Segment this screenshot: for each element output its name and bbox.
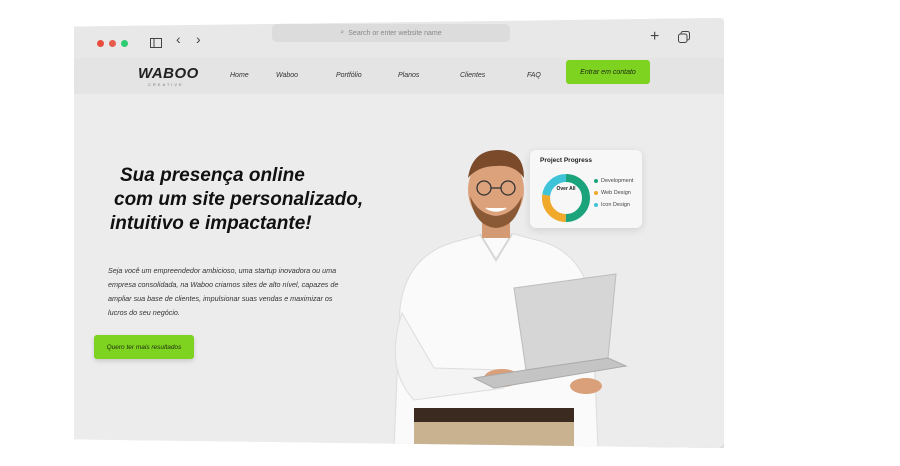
nav-link-faq[interactable]: FAQ [527,72,541,79]
brand-logo-subtitle: CREATIVE [148,82,184,87]
new-tab-icon[interactable]: + [650,28,659,46]
nav-link-waboo[interactable]: Waboo [276,72,298,79]
minimize-window-button[interactable] [109,40,116,47]
url-placeholder: Search or enter website name [348,29,442,37]
legend-dot [594,179,598,183]
headline-line: com um site personalizado, [114,189,364,210]
results-button[interactable]: Quero ter mais resultados [94,335,194,359]
nav-link-planos[interactable]: Planos [398,72,419,79]
search-icon: ⌕ [340,29,345,36]
legend-label: Web Design [601,190,631,196]
hero-section: Sua presença online com um site personal… [74,94,724,448]
hero-headline: Sua presença online com um site personal… [110,164,374,236]
back-arrow-icon[interactable]: ‹ [176,31,181,47]
nav-link-portfolio[interactable]: Portfólio [336,72,362,79]
tabs-overview-icon[interactable] [678,30,690,46]
nav-link-clientes[interactable]: Clientes [460,72,485,79]
browser-titlebar: ‹ › ⌕ Search or enter website name + [74,18,724,59]
headline-line: Sua presença online [120,165,305,186]
sidebar-icon[interactable] [150,35,162,51]
site-navbar: WABOO CREATIVE Home Waboo Portfólio Plan… [74,58,724,94]
legend-label: Development [601,178,634,184]
legend-item: Development [594,178,633,184]
close-window-button[interactable] [97,40,104,47]
legend-dot [594,203,598,207]
card-title: Project Progress [540,157,593,164]
brand-logo[interactable]: WABOO [138,65,199,82]
legend-dot [594,191,598,195]
url-bar[interactable]: ⌕ Search or enter website name [272,24,510,42]
forward-arrow-icon[interactable]: › [196,31,201,47]
maximize-window-button[interactable] [121,40,128,47]
legend-item: Web Design [594,190,631,196]
project-progress-card: Project Progress Over All Development We… [530,150,642,228]
donut-center-label: Over All [556,186,576,192]
legend-label: Icon Design [601,202,631,208]
progress-donut-chart [542,174,590,222]
hero-paragraph: Seja você um empreendedor ambicioso, uma… [108,266,339,317]
mockup-stage: ‹ › ⌕ Search or enter website name + WAB… [0,0,900,466]
browser-window: ‹ › ⌕ Search or enter website name + WAB… [74,18,724,448]
legend-item: Icon Design [594,202,630,208]
nav-link-home[interactable]: Home [230,72,249,79]
contact-button[interactable]: Entrar em contato [566,60,650,84]
headline-line: intuitivo e impactante! [110,213,312,234]
